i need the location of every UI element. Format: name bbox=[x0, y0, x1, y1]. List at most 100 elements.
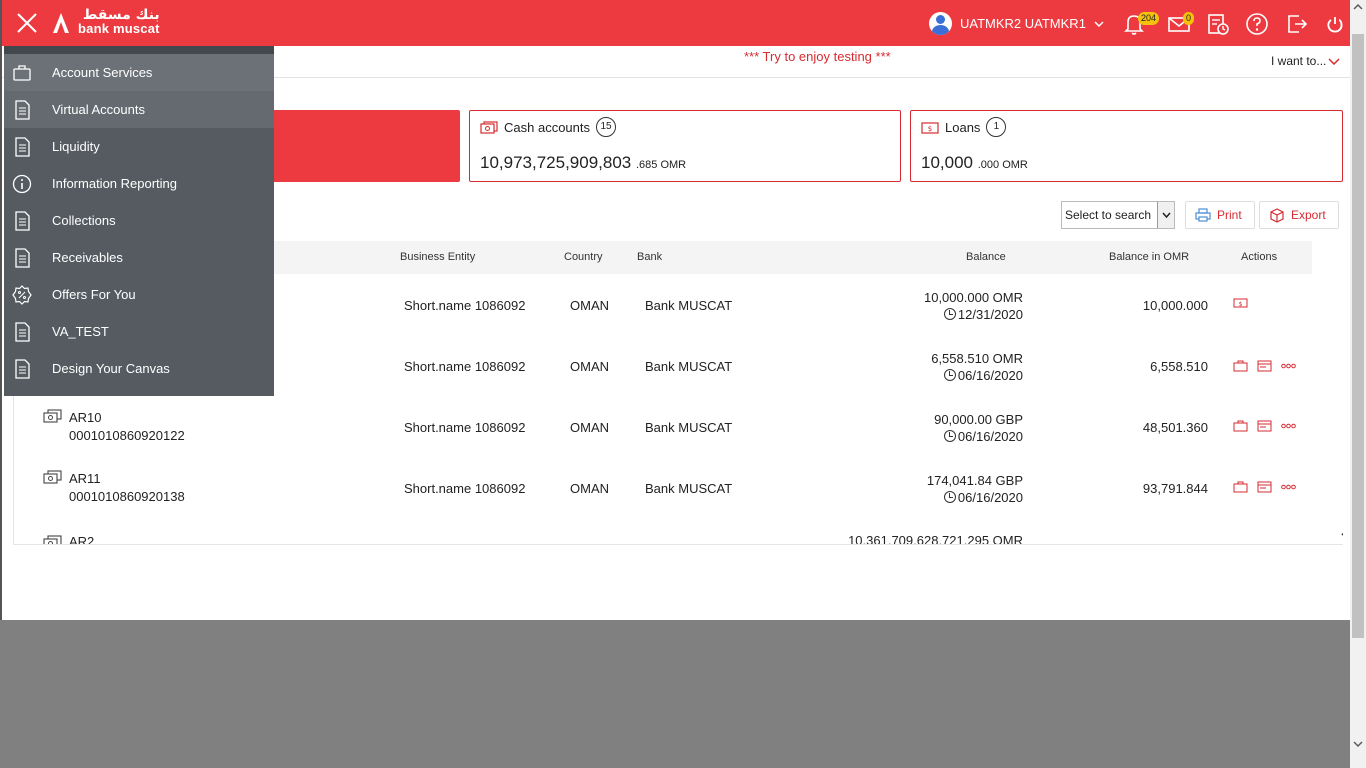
balance-date: 12/31/2020 bbox=[957, 307, 1023, 322]
power-icon[interactable] bbox=[1323, 12, 1347, 36]
balance-in-omr: 6,558.510 bbox=[1150, 359, 1208, 374]
loans-card[interactable]: $ Loans 1 10,000 .000 OMR bbox=[910, 110, 1343, 182]
menu-item-design-your-canvas[interactable]: Design Your Canvas bbox=[4, 350, 274, 387]
page-scrollbar[interactable] bbox=[1350, 0, 1366, 768]
side-menu: Account Services Virtual Accounts Liquid… bbox=[4, 46, 274, 396]
table-scrollbar[interactable] bbox=[1339, 524, 1343, 544]
clock-icon bbox=[943, 308, 956, 320]
statement-action-icon[interactable] bbox=[1257, 420, 1272, 432]
country: OMAN bbox=[570, 481, 609, 496]
page-scroll-thumb[interactable] bbox=[1352, 34, 1364, 638]
account-number: 0001010860920122 bbox=[69, 428, 185, 443]
print-button[interactable]: Print bbox=[1185, 201, 1255, 229]
loan-action-icon[interactable]: $ bbox=[1233, 297, 1248, 309]
menu-item-label: Virtual Accounts bbox=[52, 102, 145, 117]
menu-item-account-services[interactable]: Account Services bbox=[4, 54, 274, 91]
search-select-value: Select to search bbox=[1065, 208, 1152, 222]
report-history-icon[interactable] bbox=[1206, 12, 1230, 36]
column-header-business-entity[interactable]: Business Entity bbox=[400, 251, 475, 263]
table-row[interactable]: AR2 10,361,709,628,721.295 OMR bbox=[14, 518, 1330, 545]
account-name[interactable]: AR2 bbox=[69, 534, 94, 544]
cash-accounts-decimals: .685 OMR bbox=[636, 159, 687, 171]
i-want-to-label: I want to... bbox=[1271, 54, 1327, 68]
column-header-balance[interactable]: Balance bbox=[966, 251, 1006, 263]
column-header-bank[interactable]: Bank bbox=[637, 251, 662, 263]
document-icon bbox=[15, 359, 30, 379]
loans-amount: 10,000 bbox=[921, 153, 973, 172]
scroll-down-icon[interactable] bbox=[1353, 740, 1363, 748]
menu-item-label: Offers For You bbox=[52, 287, 136, 302]
balance-cell: 90,000.00 GBP 06/16/2020 bbox=[803, 411, 1023, 445]
loans-title: Loans bbox=[945, 119, 981, 135]
statement-action-icon[interactable] bbox=[1257, 481, 1272, 493]
balance-in-omr: 93,791.844 bbox=[1142, 481, 1208, 496]
close-menu-icon[interactable] bbox=[14, 10, 40, 36]
more-options-icon[interactable] bbox=[1281, 360, 1296, 372]
business-entity: Short.name 1086092 bbox=[404, 359, 526, 374]
i-want-to-dropdown[interactable]: I want to... bbox=[1271, 54, 1340, 68]
top-bar: بنك مسقط bank muscat UATMKR2 UATMKR1 204… bbox=[2, 0, 1350, 46]
briefcase-icon bbox=[13, 65, 31, 81]
loans-decimals: .000 OMR bbox=[977, 159, 1028, 171]
clock-icon bbox=[943, 491, 956, 503]
search-select[interactable]: Select to search bbox=[1061, 201, 1175, 229]
briefcase-action-icon[interactable] bbox=[1233, 481, 1248, 493]
cash-account-icon bbox=[43, 409, 62, 423]
cash-accounts-card[interactable]: Cash accounts 15 10,973,725,909,803 .685… bbox=[469, 110, 901, 182]
more-options-icon[interactable] bbox=[1281, 481, 1296, 493]
account-number: 0001010860920138 bbox=[69, 489, 185, 504]
cash-account-icon bbox=[43, 470, 62, 484]
export-label: Export bbox=[1291, 208, 1326, 222]
loans-count: 1 bbox=[986, 117, 1007, 137]
document-icon bbox=[15, 100, 30, 120]
column-header-balance-omr[interactable]: Balance in OMR bbox=[1109, 251, 1189, 263]
bank-logo[interactable]: بنك مسقط bank muscat bbox=[50, 8, 160, 35]
help-icon[interactable] bbox=[1245, 12, 1269, 36]
user-name: UATMKR2 UATMKR1 bbox=[960, 16, 1086, 31]
messages-badge: 0 bbox=[1183, 12, 1195, 25]
bank: Bank MUSCAT bbox=[645, 359, 733, 374]
balance: 10,361,709,628,721.295 OMR bbox=[848, 533, 1023, 545]
table-row[interactable]: AR10 0001010860920122 Short.name 1086092… bbox=[14, 396, 1330, 457]
export-button[interactable]: Export bbox=[1259, 201, 1339, 229]
summary-card-selected[interactable] bbox=[252, 110, 460, 182]
export-box-icon bbox=[1270, 208, 1284, 223]
bank: Bank MUSCAT bbox=[645, 481, 733, 496]
account-name[interactable]: AR10 bbox=[69, 410, 102, 425]
document-icon bbox=[15, 211, 30, 231]
table-row[interactable]: AR11 0001010860920138 Short.name 1086092… bbox=[14, 457, 1330, 518]
chevron-down-icon bbox=[1094, 20, 1104, 27]
menu-item-va-test[interactable]: VA_TEST bbox=[4, 313, 274, 350]
menu-item-information-reporting[interactable]: Information Reporting bbox=[4, 165, 274, 202]
more-options-icon[interactable] bbox=[1281, 420, 1296, 432]
briefcase-action-icon[interactable] bbox=[1233, 420, 1248, 432]
scroll-up-icon[interactable] bbox=[1341, 527, 1343, 537]
logout-icon[interactable] bbox=[1285, 12, 1309, 36]
menu-item-receivables[interactable]: Receivables bbox=[4, 239, 274, 276]
select-arrow-icon bbox=[1157, 202, 1174, 228]
chevron-down-icon bbox=[1328, 58, 1340, 65]
balance: 90,000.00 GBP bbox=[934, 412, 1023, 427]
scroll-up-icon[interactable] bbox=[1353, 3, 1363, 11]
menu-item-virtual-accounts[interactable]: Virtual Accounts bbox=[4, 91, 274, 128]
menu-item-collections[interactable]: Collections bbox=[4, 202, 274, 239]
balance-in-omr: 48,501.360 bbox=[1142, 420, 1208, 435]
column-header-country[interactable]: Country bbox=[564, 251, 603, 263]
statement-action-icon[interactable] bbox=[1257, 360, 1272, 372]
avatar bbox=[929, 12, 952, 35]
menu-item-offers-for-you[interactable]: Offers For You bbox=[4, 276, 274, 313]
menu-item-liquidity[interactable]: Liquidity bbox=[4, 128, 274, 165]
user-menu[interactable]: UATMKR2 UATMKR1 bbox=[929, 12, 1104, 35]
svg-text:$: $ bbox=[928, 125, 932, 133]
menu-item-label: Collections bbox=[52, 213, 116, 228]
account-name[interactable]: AR11 bbox=[69, 471, 101, 486]
balance-in-omr: 10,000.000 bbox=[1142, 298, 1208, 313]
document-icon bbox=[15, 137, 30, 157]
briefcase-action-icon[interactable] bbox=[1233, 360, 1248, 372]
bank: Bank MUSCAT bbox=[645, 420, 733, 435]
test-banner: *** Try to enjoy testing *** bbox=[744, 49, 891, 64]
balance-cell: 6,558.510 OMR 06/16/2020 bbox=[803, 350, 1023, 384]
clock-icon bbox=[943, 430, 956, 442]
column-header-actions: Actions bbox=[1241, 251, 1278, 263]
loan-icon: $ bbox=[921, 121, 939, 134]
